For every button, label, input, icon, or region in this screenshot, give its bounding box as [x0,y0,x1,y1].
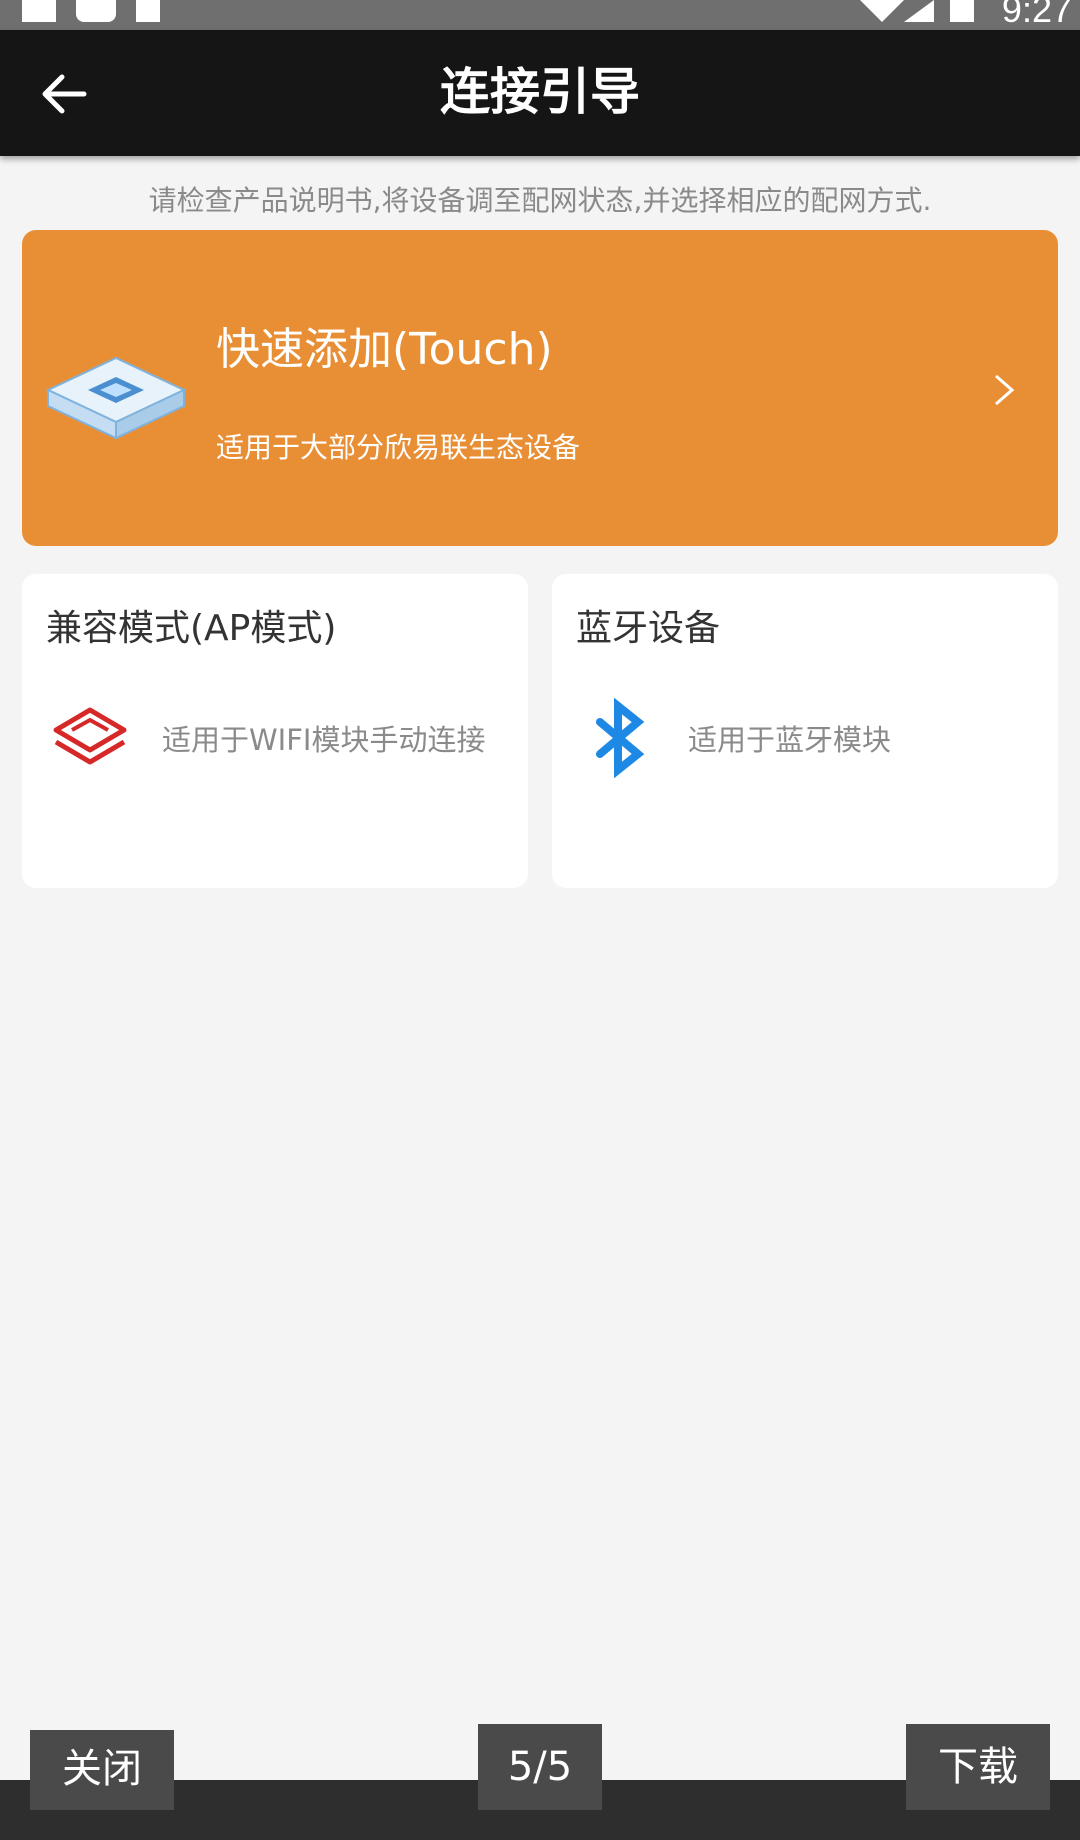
chevron-right-icon [995,374,1015,406]
layers-icon [53,707,127,765]
instruction-hint: 请检查产品说明书,将设备调至配网状态,并选择相应的配网方式. [148,184,932,217]
page-title: 连接引导 [440,63,640,121]
battery-icon [950,0,974,22]
bluetooth-icon [596,698,645,778]
bluetooth-description: 适用于蓝牙模块 [688,723,892,757]
close-button[interactable]: 关闭 [30,1730,174,1810]
status-time: 9:27 [1001,0,1072,30]
ap-mode-title: 兼容模式(AP模式) [46,608,337,649]
signal-icon [904,0,934,22]
app-bar: 连接引导 [0,30,1080,156]
bluetooth-title: 蓝牙设备 [576,608,721,649]
page-indicator: 5/5 [478,1724,602,1810]
download-button[interactable]: 下载 [906,1724,1050,1810]
app-notification-icon [76,0,116,22]
image-notification-icon [22,0,56,22]
ap-mode-card[interactable]: 兼容模式(AP模式) 适用于WIFI模块手动连接 [22,574,528,888]
chip-device-icon [45,356,187,440]
quick-add-title: 快速添加(Touch) [216,324,553,375]
quick-add-subtitle: 适用于大部分欣易联生态设备 [216,431,581,464]
bluetooth-card[interactable]: 蓝牙设备 适用于蓝牙模块 [552,574,1058,888]
wifi-icon [860,0,904,22]
status-bar: 9:27 [0,0,1080,30]
text-notification-icon [136,0,160,22]
quick-add-card[interactable]: 快速添加(Touch) 适用于大部分欣易联生态设备 [22,230,1058,546]
ap-mode-description: 适用于WIFI模块手动连接 [162,723,486,757]
